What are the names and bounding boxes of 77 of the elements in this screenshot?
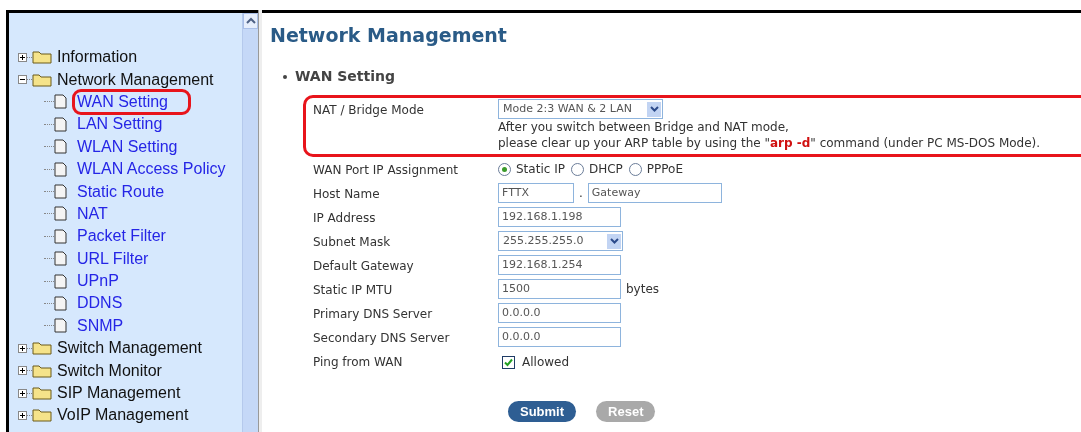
page-icon bbox=[54, 139, 67, 155]
page-icon bbox=[54, 206, 67, 222]
field-label: Host Name bbox=[313, 186, 381, 203]
note-text: please clear up your ARP table by using the "arp -d" command (under PC MS-DOS Mode). bbox=[498, 135, 1041, 151]
tree-item[interactable]: SNMP bbox=[75, 315, 126, 336]
page-icon bbox=[54, 251, 67, 267]
input-field[interactable]: Gateway bbox=[587, 183, 722, 203]
tree-item[interactable]: Information bbox=[55, 45, 140, 70]
dropdown[interactable]: 255.255.255.0 bbox=[498, 231, 623, 251]
page-icon bbox=[54, 161, 67, 177]
tree-item[interactable]: Switch Monitor bbox=[55, 358, 164, 383]
tree-item[interactable]: Switch Management bbox=[55, 336, 204, 361]
field-label: NAT / Bridge Mode bbox=[313, 102, 425, 119]
page-title: Network Management bbox=[270, 23, 508, 48]
page-icon bbox=[54, 184, 67, 200]
field-label: WAN Port IP Assignment bbox=[313, 162, 460, 179]
unit-text: bytes bbox=[626, 281, 660, 298]
scroll-up-icon[interactable] bbox=[243, 13, 258, 29]
expand-icon[interactable] bbox=[18, 410, 27, 420]
tree-item[interactable]: Network Management bbox=[55, 67, 216, 92]
field-label: Static IP MTU bbox=[313, 282, 394, 299]
tree-item[interactable]: WAN Setting bbox=[75, 91, 188, 112]
tree-item[interactable]: Static Route bbox=[75, 181, 167, 202]
input-field[interactable]: FTTX bbox=[498, 183, 574, 203]
separator-text: . bbox=[579, 185, 583, 202]
folder-icon bbox=[32, 386, 52, 401]
radio-button[interactable] bbox=[498, 162, 511, 176]
field-label: Primary DNS Server bbox=[313, 306, 434, 323]
tree-item[interactable]: WLAN Access Policy bbox=[75, 159, 228, 180]
page-icon bbox=[54, 273, 67, 289]
tree-item[interactable]: SIP Management bbox=[55, 381, 183, 406]
radio-button[interactable] bbox=[570, 162, 584, 176]
field-label: Default Gateway bbox=[313, 258, 415, 275]
page-icon bbox=[54, 228, 67, 244]
expand-icon[interactable] bbox=[18, 388, 27, 398]
input-field[interactable]: 192.168.1.198 bbox=[498, 207, 621, 227]
form-button[interactable]: Submit bbox=[508, 401, 577, 422]
folder-icon bbox=[32, 50, 52, 65]
tree-item[interactable]: WLAN Setting bbox=[75, 136, 180, 157]
dropdown[interactable]: Mode 2:3 WAN & 2 LAN bbox=[498, 99, 663, 119]
section-title: WAN Setting bbox=[295, 67, 395, 86]
collapse-icon[interactable] bbox=[18, 75, 27, 85]
folder-icon bbox=[32, 363, 52, 378]
page-icon bbox=[54, 296, 67, 311]
tree-item[interactable]: LAN Setting bbox=[75, 114, 165, 135]
tree-item[interactable]: DDNS bbox=[75, 293, 125, 314]
page-icon bbox=[54, 318, 67, 334]
field-label: IP Address bbox=[313, 210, 377, 227]
expand-icon[interactable] bbox=[18, 343, 27, 353]
field-label: Secondary DNS Server bbox=[313, 330, 451, 347]
radio-button[interactable] bbox=[628, 162, 642, 176]
field-label: Subnet Mask bbox=[313, 234, 392, 251]
checkbox[interactable] bbox=[502, 355, 515, 369]
note-text: After you switch between Bridge and NAT mode, bbox=[498, 119, 790, 135]
radio-option[interactable]: PPPoE bbox=[628, 160, 683, 178]
checkbox-option[interactable]: Allowed bbox=[502, 351, 570, 371]
tree-item[interactable]: UPnP bbox=[75, 271, 121, 292]
radio-option[interactable]: DHCP bbox=[570, 160, 623, 178]
input-field[interactable]: 1500 bbox=[498, 279, 621, 299]
tree-item[interactable]: Packet Filter bbox=[75, 226, 168, 247]
page-icon bbox=[54, 94, 67, 110]
tree-item[interactable]: NAT bbox=[75, 203, 110, 224]
input-field[interactable]: 0.0.0.0 bbox=[498, 327, 621, 347]
page-icon bbox=[54, 116, 67, 132]
folder-icon bbox=[32, 341, 52, 356]
tree-item[interactable]: URL Filter bbox=[75, 248, 151, 269]
folder-icon bbox=[32, 72, 52, 87]
tree-item[interactable]: VoIP Management bbox=[55, 403, 191, 428]
folder-icon bbox=[32, 408, 52, 423]
expand-icon[interactable] bbox=[18, 52, 27, 62]
input-field[interactable]: 0.0.0.0 bbox=[498, 303, 621, 323]
field-label: Ping from WAN bbox=[313, 354, 404, 371]
expand-icon[interactable] bbox=[18, 366, 27, 376]
bullet-icon bbox=[283, 74, 287, 79]
radio-option[interactable]: Static IP bbox=[498, 160, 565, 178]
scrollbar[interactable] bbox=[242, 13, 258, 432]
input-field[interactable]: 192.168.1.254 bbox=[498, 255, 621, 275]
